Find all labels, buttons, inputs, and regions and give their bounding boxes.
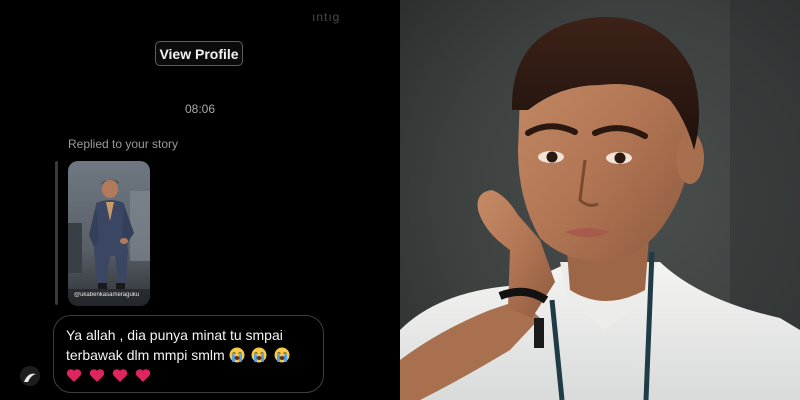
- message-line-2-text: terbawak dlm mmpi smlm: [66, 347, 225, 363]
- loudly-crying-face-icon: [251, 347, 267, 363]
- message-line-1: Ya allah , dia punya minat tu smpai: [66, 327, 283, 343]
- dm-thread-panel: ıntıg View Profile 08:06 Replied to your…: [0, 0, 400, 400]
- red-heart-icon: [135, 369, 150, 382]
- header-faint-text: ıntıg: [312, 10, 341, 24]
- loudly-crying-face-icon: [229, 347, 245, 363]
- view-profile-button[interactable]: View Profile: [155, 41, 243, 66]
- sender-avatar[interactable]: [20, 366, 40, 386]
- portrait-man-image: [400, 0, 800, 400]
- portrait-photo: [400, 0, 800, 400]
- replied-to-story-label: Replied to your story: [68, 137, 179, 151]
- message-timestamp: 08:06: [184, 102, 216, 116]
- crying-emoji-group: [229, 347, 294, 363]
- message-line-2: terbawak dlm mmpi smlm: [66, 345, 311, 365]
- avatar-image: [20, 366, 40, 386]
- story-reply-bar: [55, 161, 58, 305]
- red-heart-icon: [66, 369, 82, 382]
- red-heart-icon: [89, 369, 105, 382]
- loudly-crying-face-icon: [274, 347, 290, 363]
- red-heart-icon: [112, 369, 127, 382]
- story-thumbnail[interactable]: @ukabenkasameraguku: [68, 161, 150, 306]
- story-thumbnail-image: [68, 161, 150, 306]
- message-bubble[interactable]: Ya allah , dia punya minat tu smpai terb…: [53, 315, 324, 393]
- message-line-3: [66, 365, 311, 385]
- story-caption: @ukabenkasameraguku: [74, 292, 140, 298]
